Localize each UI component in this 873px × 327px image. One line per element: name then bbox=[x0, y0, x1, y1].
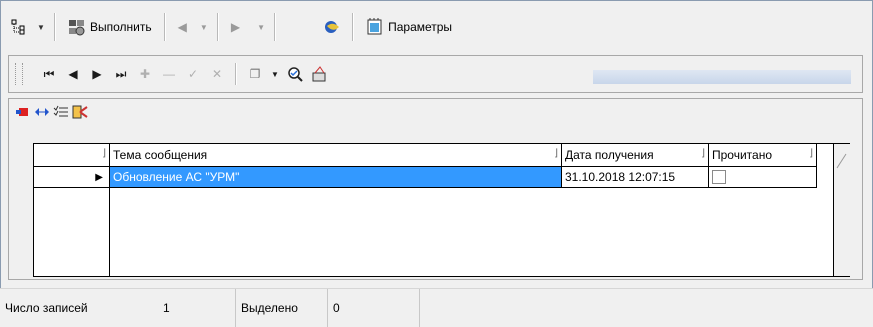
sort-icon: ⌋ bbox=[701, 148, 705, 159]
sort-icon: ⌋ bbox=[102, 148, 106, 159]
column-header-label: Прочитано bbox=[712, 148, 772, 162]
last-record-icon[interactable]: ⏭ bbox=[112, 65, 130, 83]
vertical-scrollbar[interactable] bbox=[833, 144, 850, 276]
toolbar-grip[interactable] bbox=[15, 63, 23, 85]
insert-record-icon[interactable]: ✚ bbox=[136, 65, 154, 83]
toolbar-separator bbox=[352, 13, 355, 41]
grid-panel: ⌋ Тема сообщения ⌋ Дата получения ⌋ Прочит… bbox=[8, 98, 863, 280]
tree-view-button[interactable] bbox=[6, 13, 36, 41]
expand-columns-icon[interactable] bbox=[34, 105, 50, 119]
checklist-icon[interactable] bbox=[53, 105, 69, 119]
record-count-label: Число записей bbox=[5, 301, 88, 315]
connect-icon bbox=[324, 18, 342, 36]
back-arrow-icon: ◀ bbox=[177, 20, 187, 34]
grid-tools bbox=[15, 103, 91, 121]
forward-arrow-icon: ▶ bbox=[230, 20, 241, 34]
read-checkbox[interactable] bbox=[712, 170, 726, 184]
first-record-icon[interactable]: ⏮ bbox=[40, 65, 58, 83]
connect-button[interactable] bbox=[320, 13, 350, 41]
run-icon bbox=[68, 18, 86, 36]
sort-icon: ⌋ bbox=[809, 148, 813, 159]
parameters-label: Параметры bbox=[388, 20, 453, 34]
messages-grid[interactable]: ⌋ Тема сообщения ⌋ Дата получения ⌋ Прочит… bbox=[33, 143, 850, 277]
cell-date[interactable]: 31.10.2018 12:07:15 bbox=[562, 167, 709, 187]
next-record-icon[interactable]: ▶ bbox=[88, 65, 106, 83]
prior-record-icon[interactable]: ◀ bbox=[64, 65, 82, 83]
sort-icon: ⌋ bbox=[554, 148, 558, 159]
indicator-header-cell: ⌋ bbox=[34, 144, 110, 166]
column-header-date[interactable]: Дата получения ⌋ bbox=[562, 144, 709, 166]
back-dropdown-arrow[interactable]: ▼ bbox=[199, 13, 209, 41]
tree-icon bbox=[10, 18, 28, 36]
find-icon[interactable] bbox=[286, 65, 304, 83]
toolbar-separator bbox=[274, 13, 277, 41]
back-button[interactable]: ◀ bbox=[174, 13, 191, 41]
copy-icon[interactable]: ❐ bbox=[246, 65, 264, 83]
table-row[interactable]: ▶ Обновление АС "УРМ" 31.10.2018 12:07:1… bbox=[34, 167, 817, 188]
forward-button[interactable]: ▶ bbox=[227, 13, 244, 41]
record-count-value: 1 bbox=[158, 289, 236, 327]
cancel-record-icon[interactable]: ✕ bbox=[208, 65, 226, 83]
selected-count-label: Выделено bbox=[236, 289, 328, 327]
parameters-icon bbox=[366, 18, 384, 36]
status-bar: Число записей 1 Выделено 0 bbox=[0, 288, 873, 327]
copy-dropdown-arrow[interactable]: ▼ bbox=[270, 65, 280, 83]
cell-read[interactable] bbox=[709, 167, 817, 187]
column-header-subject[interactable]: Тема сообщения ⌋ bbox=[110, 144, 562, 166]
selected-count-value: 0 bbox=[328, 289, 420, 327]
column-header-label: Дата получения bbox=[565, 148, 654, 162]
run-button[interactable]: Выполнить bbox=[64, 13, 156, 41]
grid-header: ⌋ Тема сообщения ⌋ Дата получения ⌋ Прочит… bbox=[34, 144, 817, 167]
navigator-separator bbox=[235, 63, 237, 85]
column-header-read[interactable]: Прочитано ⌋ bbox=[709, 144, 817, 166]
cell-subject[interactable]: Обновление АС "УРМ" bbox=[110, 167, 562, 187]
toolbar-separator bbox=[163, 13, 166, 41]
tree-dropdown-arrow[interactable]: ▼ bbox=[36, 13, 46, 41]
delete-record-icon[interactable]: — bbox=[160, 65, 178, 83]
main-toolbar: ▼ Выполнить ◀ ▼ ▶ ▼ Параметры bbox=[6, 8, 862, 46]
parameters-button[interactable]: Параметры bbox=[362, 13, 456, 41]
column-header-label: Тема сообщения bbox=[113, 148, 208, 162]
export-icon[interactable] bbox=[72, 105, 88, 119]
forward-dropdown-arrow[interactable]: ▼ bbox=[256, 13, 266, 41]
current-row-indicator: ▶ bbox=[34, 167, 110, 187]
toolbar-separator bbox=[216, 13, 219, 41]
print-preview-icon[interactable] bbox=[310, 65, 328, 83]
current-row-icon: ▶ bbox=[95, 171, 103, 183]
db-navigator: ⏮ ◀ ▶ ⏭ ✚ — ✓ ✕ ❐ ▼ bbox=[15, 60, 595, 88]
toolbar-separator bbox=[54, 13, 56, 41]
navigator-fill bbox=[593, 70, 851, 84]
filter-clear-icon[interactable] bbox=[15, 105, 31, 119]
post-record-icon[interactable]: ✓ bbox=[184, 65, 202, 83]
navigator-panel: ⏮ ◀ ▶ ⏭ ✚ — ✓ ✕ ❐ ▼ bbox=[8, 55, 863, 93]
run-label: Выполнить bbox=[90, 20, 152, 34]
